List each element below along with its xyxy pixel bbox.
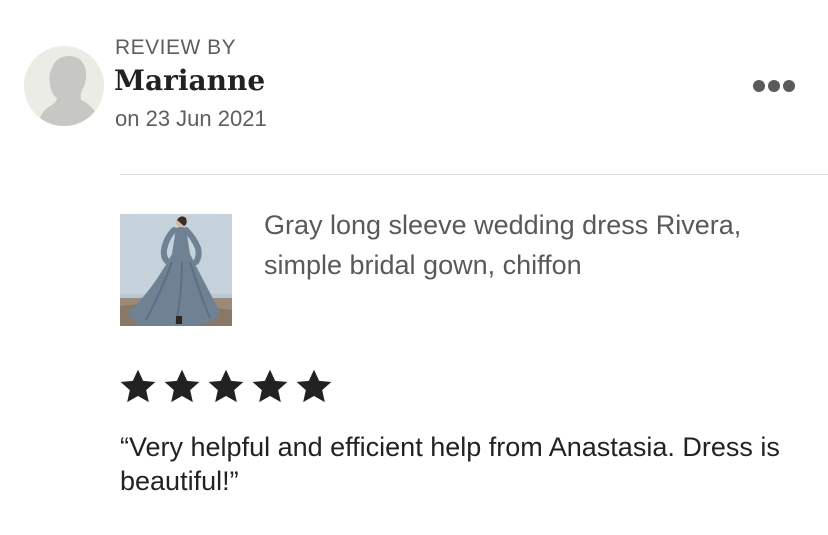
avatar-silhouette-icon — [24, 46, 104, 126]
review-by-label: REVIEW BY — [115, 36, 237, 59]
star-rating — [118, 367, 334, 407]
star-icon — [296, 369, 332, 403]
reviewer-avatar[interactable] — [24, 46, 104, 126]
more-horizontal-icon — [753, 80, 795, 92]
product-thumbnail[interactable] — [120, 214, 232, 326]
review-text: “Very helpful and efficient help from An… — [120, 432, 780, 496]
star-icon — [120, 369, 156, 403]
star-icon — [164, 369, 200, 403]
star-icon — [252, 369, 288, 403]
review-date: on 23 Jun 2021 — [115, 106, 267, 131]
star-icon — [208, 369, 244, 403]
divider — [120, 174, 828, 175]
reviewer-name[interactable]: Marianne — [114, 64, 265, 97]
product-title-link[interactable]: Gray long sleeve wedding dress Rivera, s… — [264, 205, 804, 285]
dress-thumbnail — [120, 214, 232, 326]
more-options-button[interactable] — [744, 70, 804, 102]
